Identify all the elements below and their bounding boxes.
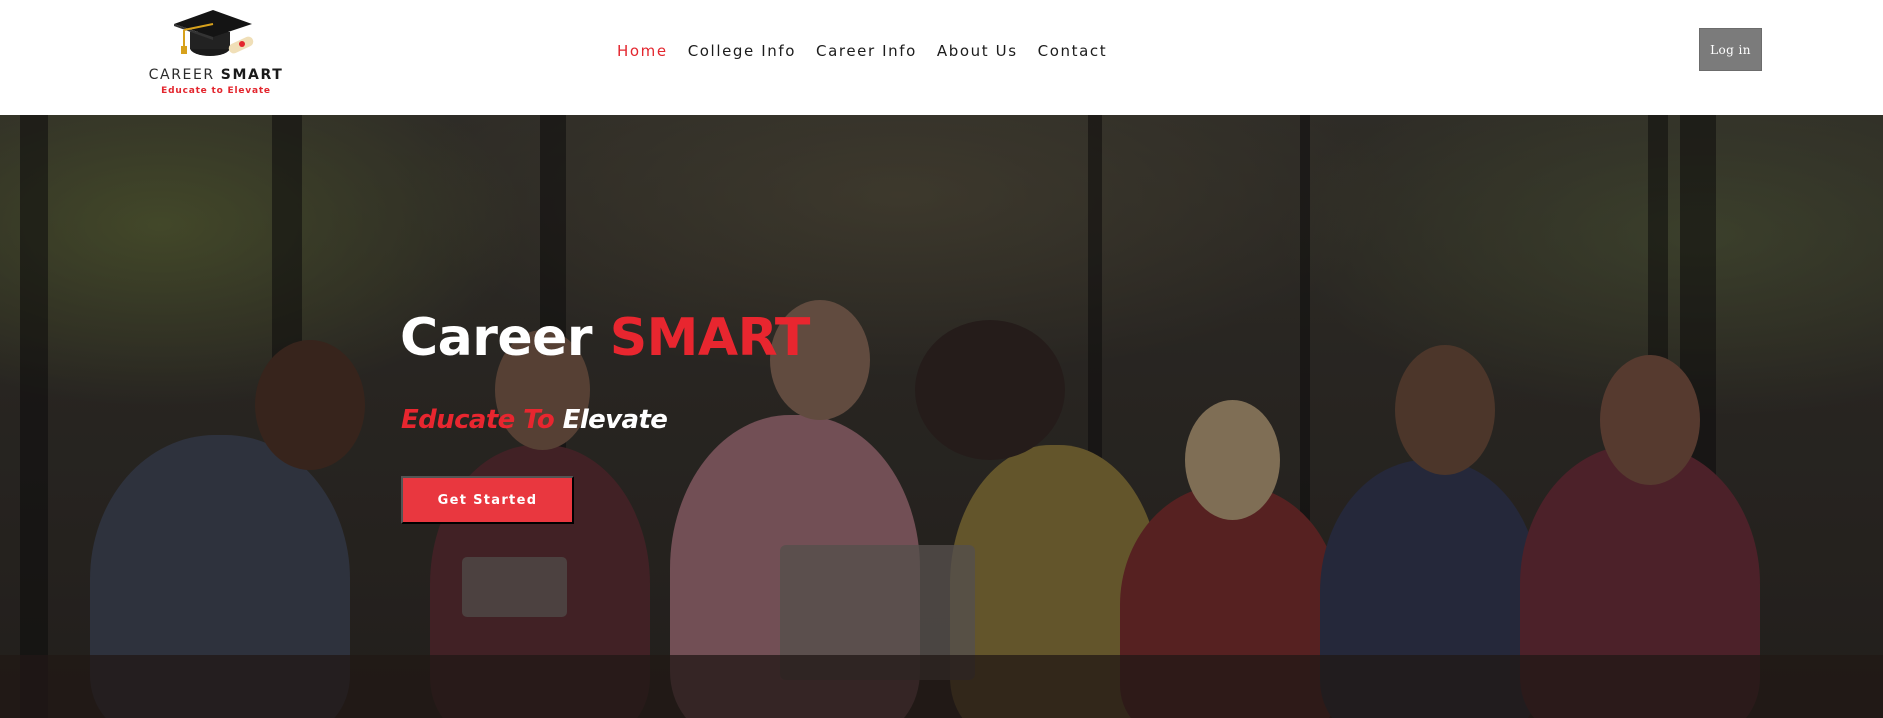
hero-title: Career SMART (400, 308, 810, 368)
login-button[interactable]: Log in (1699, 28, 1762, 71)
nav-item-college-info[interactable]: College Info (688, 40, 796, 62)
get-started-button[interactable]: Get Started (401, 476, 574, 524)
nav-item-contact[interactable]: Contact (1038, 40, 1108, 62)
logo-title: CAREER SMART (148, 67, 284, 83)
nav-item-about-us[interactable]: About Us (937, 40, 1018, 62)
logo-tagline: Educate to Elevate (161, 86, 271, 96)
hero-tagline: Educate To Elevate (401, 405, 668, 435)
site-header: CAREER SMART Educate to Elevate Home Col… (0, 0, 1883, 115)
graduation-cap-icon (174, 10, 254, 56)
logo[interactable]: CAREER SMART Educate to Elevate (134, 0, 298, 115)
hero-section: Career SMART Educate To Elevate Get Star… (0, 115, 1883, 718)
main-nav: Home College Info Career Info About Us C… (617, 40, 1127, 62)
nav-item-career-info[interactable]: Career Info (816, 40, 917, 62)
hero-dark-overlay (0, 115, 1883, 718)
nav-item-home[interactable]: Home (617, 40, 668, 62)
